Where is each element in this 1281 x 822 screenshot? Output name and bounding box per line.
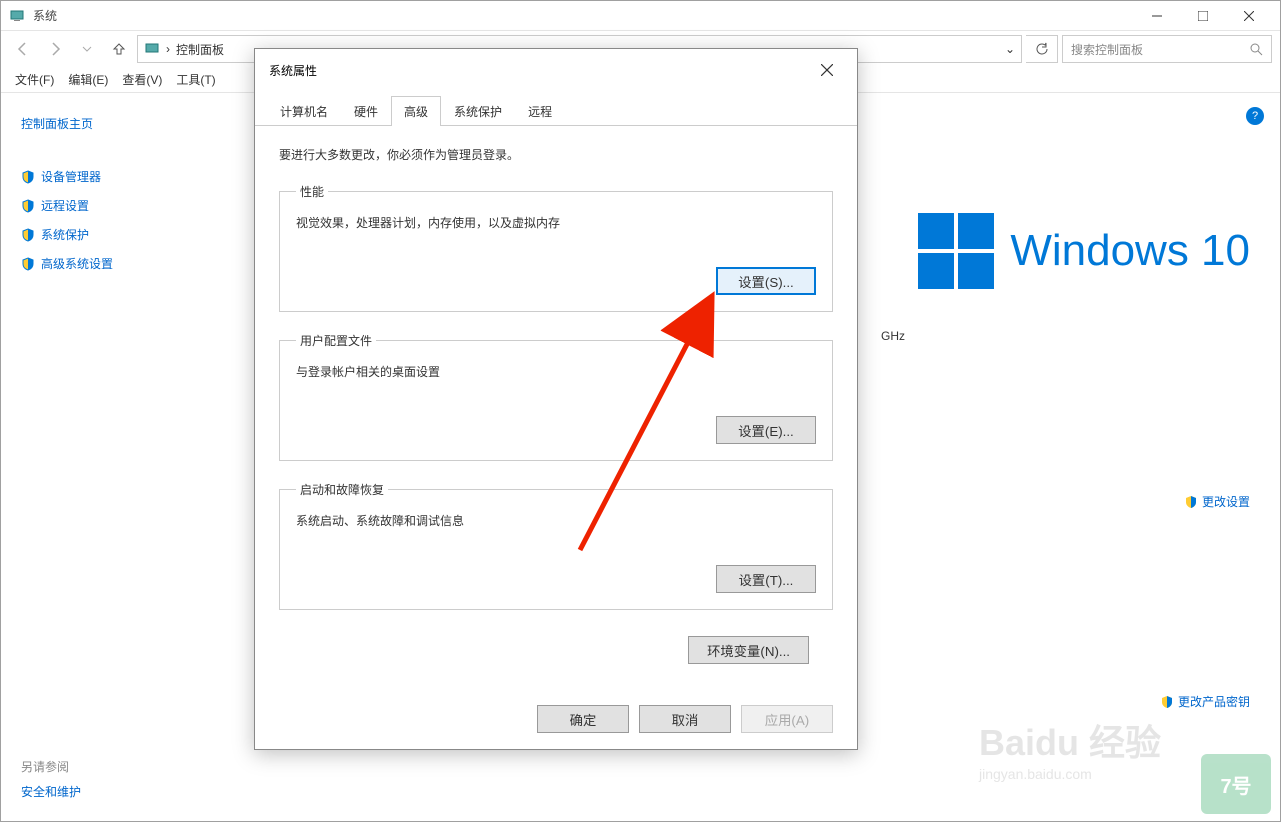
back-button[interactable] bbox=[9, 35, 37, 63]
site-watermark: 7号 bbox=[1201, 754, 1271, 814]
dialog-titlebar: 系统属性 bbox=[255, 49, 857, 91]
user-profiles-settings-button[interactable]: 设置(E)... bbox=[716, 416, 816, 444]
search-placeholder: 搜索控制面板 bbox=[1071, 41, 1143, 58]
breadcrumb-sep: › bbox=[166, 42, 170, 56]
tabs: 计算机名 硬件 高级 系统保护 远程 bbox=[255, 95, 857, 126]
breadcrumb-item[interactable]: 控制面板 bbox=[176, 41, 224, 58]
menu-tools[interactable]: 工具(T) bbox=[170, 67, 221, 92]
performance-settings-button[interactable]: 设置(S)... bbox=[716, 267, 816, 295]
windows-squares-icon bbox=[918, 213, 994, 289]
site-logo-icon: 7号 bbox=[1201, 754, 1271, 814]
ok-button[interactable]: 确定 bbox=[537, 705, 629, 733]
minimize-button[interactable] bbox=[1134, 1, 1180, 31]
startup-recovery-legend: 启动和故障恢复 bbox=[296, 481, 388, 498]
up-button[interactable] bbox=[105, 35, 133, 63]
see-also-security[interactable]: 安全和维护 bbox=[21, 775, 211, 808]
forward-button[interactable] bbox=[41, 35, 69, 63]
computer-icon bbox=[144, 41, 160, 57]
change-settings-link[interactable]: 更改设置 bbox=[1184, 493, 1250, 510]
sidebar-device-manager[interactable]: 设备管理器 bbox=[21, 162, 211, 191]
change-product-key-link[interactable]: 更改产品密钥 bbox=[1160, 693, 1250, 710]
tab-computer-name[interactable]: 计算机名 bbox=[267, 96, 341, 126]
maximize-button[interactable] bbox=[1180, 1, 1226, 31]
admin-note: 要进行大多数更改，你必须作为管理员登录。 bbox=[279, 146, 833, 163]
user-profiles-section: 用户配置文件 与登录帐户相关的桌面设置 设置(E)... bbox=[279, 332, 833, 461]
performance-legend: 性能 bbox=[296, 183, 328, 200]
env-vars-button[interactable]: 环境变量(N)... bbox=[688, 636, 809, 664]
window-title: 系统 bbox=[33, 7, 1134, 24]
shield-icon bbox=[21, 170, 35, 184]
shield-icon bbox=[21, 257, 35, 271]
recent-dropdown[interactable] bbox=[73, 35, 101, 63]
performance-section: 性能 视觉效果，处理器计划，内存使用，以及虚拟内存 设置(S)... bbox=[279, 183, 833, 312]
search-icon bbox=[1249, 42, 1263, 56]
menu-file[interactable]: 文件(F) bbox=[9, 67, 60, 92]
sidebar-advanced-settings[interactable]: 高级系统设置 bbox=[21, 249, 211, 278]
baidu-watermark: Baidu 经验 jingyan.baidu.com bbox=[979, 714, 1161, 782]
refresh-button[interactable] bbox=[1026, 35, 1058, 63]
sidebar-remote-settings[interactable]: 远程设置 bbox=[21, 191, 211, 220]
tab-system-protection[interactable]: 系统保护 bbox=[441, 96, 515, 126]
user-profiles-legend: 用户配置文件 bbox=[296, 332, 376, 349]
close-button[interactable] bbox=[1226, 1, 1272, 31]
system-properties-dialog: 系统属性 计算机名 硬件 高级 系统保护 远程 要进行大多数更改，你必须作为管理… bbox=[254, 48, 858, 750]
shield-icon bbox=[1160, 695, 1174, 709]
ghz-label: GHz bbox=[881, 329, 980, 343]
see-also-label: 另请参阅 bbox=[21, 758, 211, 775]
system-icon bbox=[9, 8, 25, 24]
dialog-body: 要进行大多数更改，你必须作为管理员登录。 性能 视觉效果，处理器计划，内存使用，… bbox=[255, 126, 857, 684]
tab-remote[interactable]: 远程 bbox=[515, 96, 565, 126]
dialog-close-button[interactable] bbox=[811, 54, 843, 86]
startup-recovery-desc: 系统启动、系统故障和调试信息 bbox=[296, 512, 816, 529]
titlebar: 系统 bbox=[1, 1, 1280, 31]
dialog-title-text: 系统属性 bbox=[269, 62, 811, 79]
startup-recovery-section: 启动和故障恢复 系统启动、系统故障和调试信息 设置(T)... bbox=[279, 481, 833, 610]
shield-icon bbox=[21, 199, 35, 213]
startup-recovery-settings-button[interactable]: 设置(T)... bbox=[716, 565, 816, 593]
shield-icon bbox=[1184, 495, 1198, 509]
menu-edit[interactable]: 编辑(E) bbox=[62, 67, 114, 92]
menu-view[interactable]: 查看(V) bbox=[116, 67, 168, 92]
help-icon[interactable]: ? bbox=[1246, 107, 1264, 125]
windows-logo: Windows 10 bbox=[918, 213, 1250, 289]
performance-desc: 视觉效果，处理器计划，内存使用，以及虚拟内存 bbox=[296, 214, 816, 231]
cancel-button[interactable]: 取消 bbox=[639, 705, 731, 733]
sidebar-home-link[interactable]: 控制面板主页 bbox=[21, 109, 211, 138]
chevron-down-icon[interactable]: ⌄ bbox=[1005, 42, 1015, 56]
sidebar: 控制面板主页 设备管理器 远程设置 系统保护 高级系统设置 另请参阅 安全和维护 bbox=[1, 93, 231, 821]
sidebar-system-protection[interactable]: 系统保护 bbox=[21, 220, 211, 249]
user-profiles-desc: 与登录帐户相关的桌面设置 bbox=[296, 363, 816, 380]
tab-hardware[interactable]: 硬件 bbox=[341, 96, 391, 126]
apply-button[interactable]: 应用(A) bbox=[741, 705, 833, 733]
shield-icon bbox=[21, 228, 35, 242]
dialog-buttons: 确定 取消 应用(A) bbox=[255, 689, 857, 749]
windows-text: Windows 10 bbox=[1010, 226, 1250, 276]
search-input[interactable]: 搜索控制面板 bbox=[1062, 35, 1272, 63]
tab-advanced[interactable]: 高级 bbox=[391, 96, 441, 126]
